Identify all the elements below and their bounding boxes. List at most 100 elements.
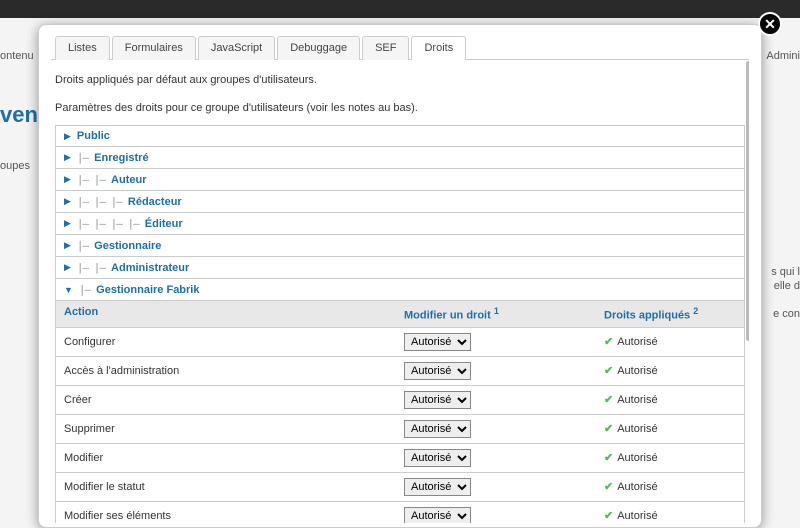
group-row[interactable]: ▶ |– |– Auteur [56,169,744,191]
group-name: Enregistré [94,152,148,164]
permission-action: Modifier [56,447,396,469]
intro-line: Paramètres des droits pour ce groupe d'u… [55,100,745,118]
group-name: Administrateur [111,262,189,274]
tab-debuggage[interactable]: Debuggage [277,36,360,60]
check-icon: ✔ [604,481,613,493]
permission-row: Modifier le statut Autorisé ✔Autorisé [56,473,744,502]
group-name: Public [77,130,110,142]
group-row[interactable]: ▶ |– Gestionnaire [56,235,744,257]
group-name: Éditeur [145,218,183,230]
tab-formulaires[interactable]: Formulaires [112,36,196,60]
expand-icon: ▶ [64,196,71,207]
permission-select-cell: Autorisé [396,328,596,356]
close-icon: ✕ [764,16,776,33]
permission-select[interactable]: Autorisé [404,449,471,467]
permission-row: Supprimer Autorisé ✔Autorisé [56,415,744,444]
permission-select-cell: Autorisé [396,473,596,501]
check-icon: ✔ [604,510,613,522]
expand-icon: ▶ [64,131,71,142]
tab-bar: ListesFormulairesJavaScriptDebuggageSEFD… [51,35,749,60]
tree-indent: |– [77,239,88,252]
bg-text: elle d [774,280,800,292]
group-row[interactable]: ▶ Public [56,126,744,147]
tab-javascript[interactable]: JavaScript [198,36,275,60]
intro-text: Droits appliqués par défaut aux groupes … [51,60,749,121]
permission-select[interactable]: Autorisé [404,420,471,438]
modal-content: ListesFormulairesJavaScriptDebuggageSEFD… [51,35,749,523]
close-button[interactable]: ✕ [758,12,782,36]
tree-indent: |– [77,151,88,164]
group-row[interactable]: ▶ |– |– |– |– Éditeur [56,213,744,235]
tree-indent: |– |– [77,261,105,274]
permission-select-cell: Autorisé [396,502,596,523]
permission-select-cell: Autorisé [396,415,596,443]
modal-dialog: ListesFormulairesJavaScriptDebuggageSEFD… [38,24,762,528]
tree-indent: |– [79,283,90,296]
check-icon: ✔ [604,365,613,377]
permission-select[interactable]: Autorisé [404,362,471,380]
expand-icon: ▶ [64,174,71,185]
group-name: Rédacteur [128,196,182,208]
scrollbar-thumb[interactable] [746,61,749,341]
permission-select[interactable]: Autorisé [404,507,471,523]
permission-row: Modifier Autorisé ✔Autorisé [56,444,744,473]
permission-select-cell: Autorisé [396,357,596,385]
bg-text: Admini [766,50,800,62]
check-icon: ✔ [604,336,613,348]
permission-status: ✔Autorisé [596,475,744,498]
permission-action: Créer [56,389,396,411]
permission-select-cell: Autorisé [396,386,596,414]
tab-sef[interactable]: SEF [362,36,409,60]
permission-status: ✔Autorisé [596,504,744,523]
permissions-groups: ▶ Public ▶ |– Enregistré ▶ |– |– Auteur ▶ |– |–… [55,125,745,523]
bg-text: oupes [0,160,30,172]
scrollbar-track[interactable] [745,35,749,523]
expand-icon: ▶ [64,152,71,163]
permission-select[interactable]: Autorisé [404,333,471,351]
permission-row: Configurer Autorisé ✔Autorisé [56,328,744,357]
permission-row: Modifier ses éléments Autorisé ✔Autorisé [56,502,744,523]
permission-row: Créer Autorisé ✔Autorisé [56,386,744,415]
permission-action: Supprimer [56,418,396,440]
expand-icon: ▶ [64,240,71,251]
group-name: Auteur [111,174,146,186]
col-select: Modifier un droit 1 [396,301,596,327]
permission-status: ✔Autorisé [596,359,744,382]
col-status: Droits appliqués 2 [596,301,744,327]
intro-line: Droits appliqués par défaut aux groupes … [55,72,745,90]
permission-select-cell: Autorisé [396,444,596,472]
group-name: Gestionnaire [94,240,161,252]
tree-indent: |– |– |– [77,195,122,208]
expand-icon: ▶ [64,262,71,273]
tree-indent: |– |– |– |– [77,217,139,230]
group-name: Gestionnaire Fabrik [96,284,199,296]
permission-action: Modifier le statut [56,476,396,498]
permissions-header: ActionModifier un droit 1Droits appliqué… [56,301,744,328]
expand-icon: ▶ [64,218,71,229]
permission-status: ✔Autorisé [596,446,744,469]
check-icon: ✔ [604,452,613,464]
bg-text: s qui l [771,266,800,278]
col-action: Action [56,301,396,327]
permission-action: Modifier ses éléments [56,505,396,523]
tab-droits[interactable]: Droits [411,36,466,60]
permission-row: Accès à l'administration Autorisé ✔Autoris… [56,357,744,386]
permission-status: ✔Autorisé [596,417,744,440]
tree-indent: |– |– [77,173,105,186]
tab-listes[interactable]: Listes [55,36,110,60]
permission-select[interactable]: Autorisé [404,391,471,409]
permission-status: ✔Autorisé [596,330,744,353]
window-titlebar [0,0,800,18]
permission-status: ✔Autorisé [596,388,744,411]
check-icon: ✔ [604,423,613,435]
permission-action: Accès à l'administration [56,360,396,382]
group-row[interactable]: ▼ |– Gestionnaire Fabrik [56,279,744,301]
group-row[interactable]: ▶ |– |– Administrateur [56,257,744,279]
permission-action: Configurer [56,331,396,353]
permission-select[interactable]: Autorisé [404,478,471,496]
group-row[interactable]: ▶ |– Enregistré [56,147,744,169]
collapse-icon: ▼ [64,285,73,295]
group-row[interactable]: ▶ |– |– |– Rédacteur [56,191,744,213]
bg-text: ontenu [0,50,34,62]
check-icon: ✔ [604,394,613,406]
